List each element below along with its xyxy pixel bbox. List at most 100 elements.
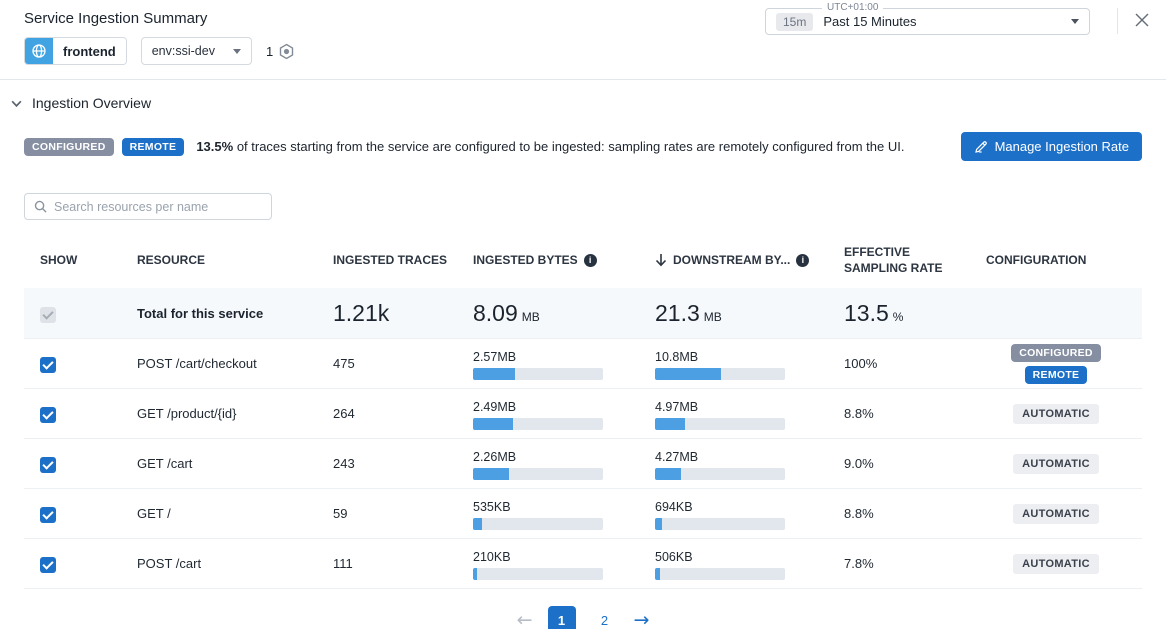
- service-chip[interactable]: frontend: [24, 37, 127, 65]
- resource-cell: GET /product/{id}: [137, 406, 333, 421]
- bytes-bar: [473, 568, 603, 580]
- traces-cell: 111: [333, 556, 473, 571]
- sampling-rate-cell: 100%: [844, 356, 986, 371]
- col-configuration[interactable]: CONFIGURATION: [986, 253, 1142, 267]
- sort-desc-icon: [655, 253, 667, 267]
- downstream-bytes-cell: 506KB: [655, 548, 844, 580]
- total-traces: 1.21k: [333, 300, 389, 326]
- downstream-bytes-cell: 694KB: [655, 498, 844, 530]
- row-checkbox[interactable]: [40, 457, 56, 473]
- row-checkbox[interactable]: [40, 507, 56, 523]
- vertical-divider: [1117, 8, 1118, 34]
- page-button-2[interactable]: 2: [591, 606, 619, 629]
- host-count-value: 1: [266, 44, 273, 59]
- config-badge: AUTOMATIC: [1013, 454, 1099, 474]
- close-icon: [1134, 12, 1150, 28]
- banner-text: 13.5% of traces starting from the servic…: [196, 139, 904, 154]
- resource-search: [24, 193, 272, 220]
- col-ingested-bytes[interactable]: INGESTED BYTES i: [473, 253, 655, 267]
- table-row: POST /cart/checkout4752.57MB10.8MB100%CO…: [24, 338, 1142, 388]
- globe-icon: [25, 38, 53, 64]
- chevron-down-icon: [233, 49, 241, 54]
- chevron-down-icon: [10, 97, 23, 110]
- col-resource[interactable]: RESOURCE: [137, 253, 333, 267]
- bytes-bar: [473, 368, 603, 380]
- section-title: Ingestion Overview: [32, 95, 151, 111]
- close-button[interactable]: [1130, 8, 1154, 32]
- config-badge: CONFIGURED: [1011, 344, 1101, 362]
- time-range-label: Past 15 Minutes: [823, 14, 1061, 29]
- ingested-bytes-cell: 535KB: [473, 498, 655, 530]
- downstream-bar: [655, 418, 785, 430]
- configuration-cell: CONFIGUREDREMOTE: [986, 344, 1126, 384]
- table-header: SHOW RESOURCE INGESTED TRACES INGESTED B…: [24, 230, 1142, 288]
- hexagon-host-icon: [278, 43, 295, 60]
- info-icon[interactable]: i: [796, 254, 809, 267]
- configuration-cell: AUTOMATIC: [986, 504, 1126, 524]
- row-checkbox[interactable]: [40, 557, 56, 573]
- manage-ingestion-rate-button[interactable]: Manage Ingestion Rate: [961, 132, 1142, 161]
- resource-cell: GET /cart: [137, 456, 333, 471]
- timezone-label: UTC+01:00: [822, 2, 883, 13]
- downstream-bytes-cell: 10.8MB: [655, 348, 844, 380]
- total-checkbox: [40, 307, 56, 323]
- row-checkbox[interactable]: [40, 357, 56, 373]
- downstream-bytes-cell: 4.27MB: [655, 448, 844, 480]
- service-name: frontend: [53, 38, 126, 64]
- top-bar: Service Ingestion Summary frontend env:s…: [0, 0, 1166, 79]
- sampling-rate-cell: 9.0%: [844, 456, 986, 471]
- remote-badge: REMOTE: [122, 138, 185, 156]
- downstream-bar: [655, 518, 785, 530]
- sampling-banner: CONFIGURED REMOTE 13.5% of traces starti…: [24, 132, 1142, 161]
- ingested-bytes-cell: 2.49MB: [473, 398, 655, 430]
- table-row: POST /cart111210KB506KB7.8% AUTOMATIC: [24, 538, 1142, 588]
- col-ingested-traces[interactable]: INGESTED TRACES: [333, 253, 473, 267]
- ingestion-overview-toggle[interactable]: Ingestion Overview: [0, 80, 1166, 111]
- page-button-1[interactable]: 1: [548, 606, 576, 629]
- total-downstream: 21.3: [655, 300, 700, 326]
- row-checkbox[interactable]: [40, 407, 56, 423]
- search-input[interactable]: [54, 200, 262, 214]
- bytes-bar: [473, 468, 603, 480]
- configured-badge: CONFIGURED: [24, 138, 114, 156]
- total-row: Total for this service 1.21k 8.09MB 21.3…: [24, 288, 1142, 338]
- col-show[interactable]: SHOW: [24, 253, 137, 267]
- resource-cell: POST /cart: [137, 556, 333, 571]
- env-filter-select[interactable]: env:ssi-dev: [141, 37, 252, 65]
- config-badge: AUTOMATIC: [1013, 554, 1099, 574]
- configuration-cell: AUTOMATIC: [986, 454, 1126, 474]
- info-icon[interactable]: i: [584, 254, 597, 267]
- configuration-cell: AUTOMATIC: [986, 554, 1126, 574]
- table-row: GET /59535KB694KB8.8%AUTOMATIC: [24, 488, 1142, 538]
- col-downstream-bytes[interactable]: DOWNSTREAM BY... i: [655, 253, 844, 267]
- traces-cell: 59: [333, 506, 473, 521]
- traces-cell: 264: [333, 406, 473, 421]
- ingested-bytes-cell: 2.26MB: [473, 448, 655, 480]
- total-label: Total for this service: [137, 306, 333, 321]
- ingestion-table: SHOW RESOURCE INGESTED TRACES INGESTED B…: [24, 230, 1142, 589]
- sampling-rate-cell: 7.8%: [844, 556, 986, 571]
- ingested-bytes-cell: 210KB: [473, 548, 655, 580]
- table-row: GET /product/{id}2642.49MB4.97MB8.8%AUTO…: [24, 388, 1142, 438]
- banner-description: of traces starting from the service are …: [237, 139, 905, 154]
- sampling-rate-cell: 8.8%: [844, 506, 986, 521]
- pencil-icon: [974, 140, 988, 154]
- ingested-bytes-cell: 2.57MB: [473, 348, 655, 380]
- config-badge: AUTOMATIC: [1013, 504, 1099, 524]
- traces-cell: 475: [333, 356, 473, 371]
- col-effective-sampling-rate[interactable]: EFFECTIVE SAMPLING RATE: [844, 244, 986, 276]
- config-badge: AUTOMATIC: [1013, 404, 1099, 424]
- resource-cell: POST /cart/checkout: [137, 356, 333, 371]
- next-page-arrow[interactable]: →: [634, 611, 650, 629]
- downstream-bar: [655, 568, 785, 580]
- downstream-bar: [655, 468, 785, 480]
- prev-page-arrow[interactable]: ←: [517, 611, 533, 629]
- banner-highlight: 13.5%: [196, 139, 233, 154]
- time-range-picker[interactable]: UTC+01:00 15m Past 15 Minutes: [765, 8, 1090, 35]
- downstream-bytes-cell: 4.97MB: [655, 398, 844, 430]
- table-row: GET /cart2432.26MB4.27MB9.0%AUTOMATIC: [24, 438, 1142, 488]
- service-row: frontend env:ssi-dev 1: [24, 37, 1142, 65]
- pagination: ← 1 2 →: [0, 606, 1166, 629]
- duration-badge: 15m: [776, 13, 813, 31]
- table-body: POST /cart/checkout4752.57MB10.8MB100%CO…: [24, 338, 1142, 589]
